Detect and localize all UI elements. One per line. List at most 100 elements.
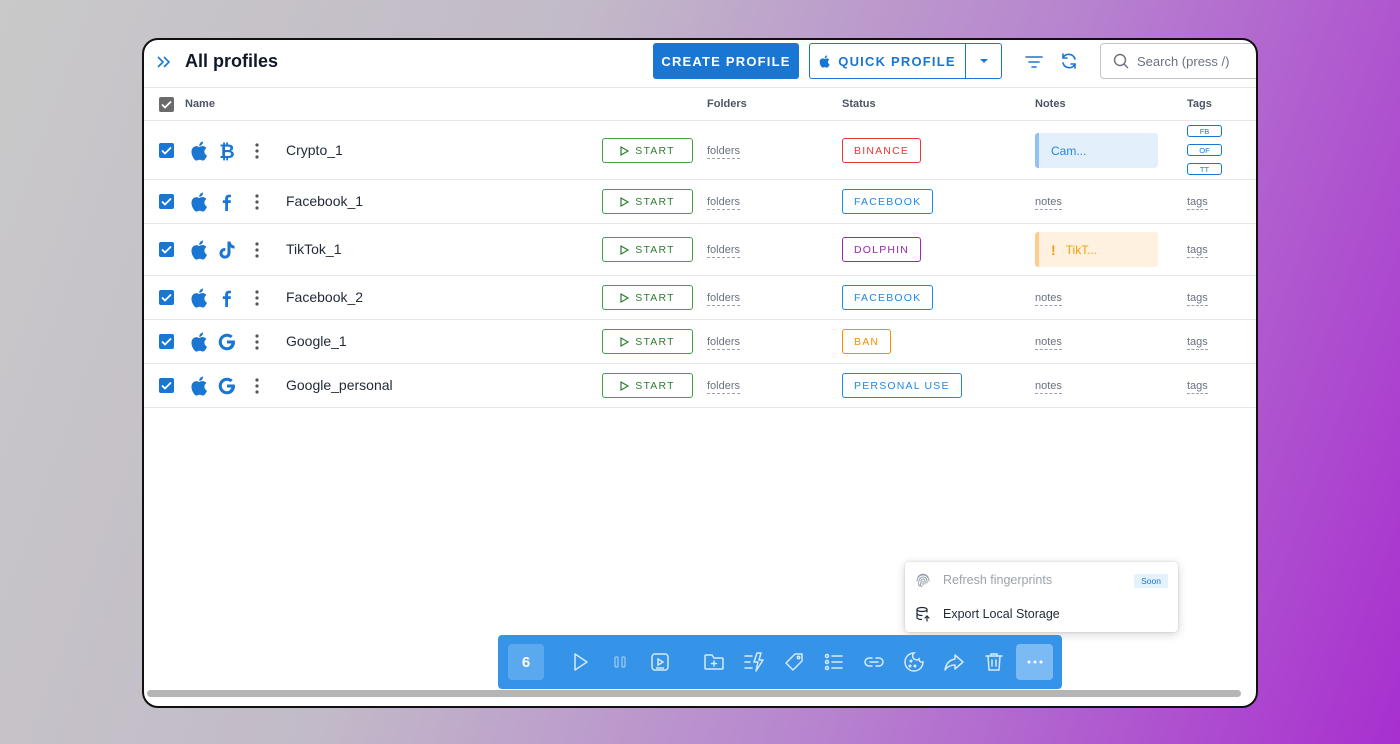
tags-link[interactable]: tags bbox=[1187, 292, 1208, 306]
profile-name[interactable]: TikTok_1 bbox=[286, 241, 342, 257]
check-icon bbox=[161, 337, 172, 346]
expand-sidebar-icon[interactable] bbox=[154, 52, 174, 72]
table-row[interactable]: ₿ Crypto_1 START folders BINANCE Cam... … bbox=[144, 122, 1256, 180]
search-input[interactable] bbox=[1137, 53, 1247, 69]
play-icon[interactable] bbox=[569, 651, 591, 673]
table-row[interactable]: Google_1 START folders BAN notes tags bbox=[144, 320, 1256, 364]
table-row[interactable]: Facebook_2 START folders FACEBOOK notes … bbox=[144, 276, 1256, 320]
search-box[interactable] bbox=[1100, 43, 1256, 79]
profile-name[interactable]: Facebook_1 bbox=[286, 193, 363, 209]
notes-link[interactable]: notes bbox=[1035, 380, 1062, 394]
status-badge[interactable]: BINANCE bbox=[842, 138, 922, 163]
profile-name[interactable]: Crypto_1 bbox=[286, 142, 343, 158]
create-profile-button[interactable]: CREATE PROFILE bbox=[653, 43, 799, 79]
start-button[interactable]: START bbox=[602, 138, 693, 163]
table-row[interactable]: TikTok_1 START folders DOLPHIN ! TikT...… bbox=[144, 224, 1256, 276]
notes-link[interactable]: notes bbox=[1035, 196, 1062, 210]
start-button[interactable]: START bbox=[602, 237, 693, 262]
more-vert-icon[interactable] bbox=[248, 377, 266, 395]
share-icon[interactable] bbox=[943, 651, 965, 673]
list-icon[interactable] bbox=[823, 651, 845, 673]
quick-profile-button[interactable]: QUICK PROFILE bbox=[809, 43, 966, 79]
horizontal-scrollbar[interactable] bbox=[147, 690, 1241, 697]
folder-add-icon[interactable] bbox=[703, 651, 725, 673]
column-header-tags[interactable]: Tags bbox=[1187, 98, 1212, 110]
start-button[interactable]: START bbox=[602, 189, 693, 214]
folders-link[interactable]: folders bbox=[707, 145, 741, 159]
table-row[interactable]: Google_personal START folders PERSONAL U… bbox=[144, 364, 1256, 408]
table-row[interactable]: Facebook_1 START folders FACEBOOK notes … bbox=[144, 180, 1256, 224]
more-vert-icon[interactable] bbox=[248, 333, 266, 351]
row-checkbox[interactable] bbox=[159, 334, 174, 349]
column-header-folders[interactable]: Folders bbox=[707, 98, 747, 110]
status-badge[interactable]: DOLPHIN bbox=[842, 237, 922, 262]
tags-link[interactable]: tags bbox=[1187, 380, 1208, 394]
more-vert-icon[interactable] bbox=[248, 142, 266, 160]
tags-link[interactable]: tags bbox=[1187, 336, 1208, 350]
cookie-icon[interactable] bbox=[903, 651, 925, 673]
refresh-icon[interactable] bbox=[1059, 51, 1079, 71]
apple-icon bbox=[191, 376, 207, 396]
trash-icon[interactable] bbox=[983, 651, 1005, 673]
row-checkbox[interactable] bbox=[159, 143, 174, 158]
status-badge[interactable]: BAN bbox=[842, 329, 892, 354]
tag-chip[interactable]: TT bbox=[1187, 163, 1222, 175]
profile-name[interactable]: Facebook_2 bbox=[286, 289, 363, 305]
menu-item-refresh-fingerprints[interactable]: Refresh fingerprints Soon bbox=[905, 564, 1178, 596]
bulk-action-bar: 6 bbox=[498, 635, 1062, 689]
tags-link[interactable]: tags bbox=[1187, 196, 1208, 210]
profile-name[interactable]: Google_personal bbox=[286, 377, 393, 393]
start-button[interactable]: START bbox=[602, 285, 693, 310]
tags-link[interactable]: tags bbox=[1187, 244, 1208, 258]
row-checkbox[interactable] bbox=[159, 242, 174, 257]
note-chip[interactable]: Cam... bbox=[1035, 133, 1158, 168]
check-icon bbox=[161, 197, 172, 206]
column-header-name[interactable]: Name bbox=[185, 98, 215, 110]
table-header: Name Folders Status Notes Tags bbox=[144, 88, 1256, 121]
more-vert-icon[interactable] bbox=[248, 241, 266, 259]
row-checkbox[interactable] bbox=[159, 290, 174, 305]
folders-link[interactable]: folders bbox=[707, 196, 741, 210]
pause-icon[interactable] bbox=[609, 651, 631, 673]
menu-item-export-local-storage[interactable]: Export Local Storage bbox=[905, 598, 1178, 630]
status-badge[interactable]: FACEBOOK bbox=[842, 285, 934, 310]
magic-edit-icon[interactable] bbox=[743, 651, 765, 673]
more-vert-icon[interactable] bbox=[248, 289, 266, 307]
status-badge[interactable]: FACEBOOK bbox=[842, 189, 934, 214]
play-icon bbox=[620, 380, 630, 391]
tag-icon[interactable] bbox=[783, 651, 805, 673]
start-label: START bbox=[635, 195, 675, 208]
folders-link[interactable]: folders bbox=[707, 336, 741, 350]
play-icon bbox=[620, 196, 630, 207]
video-icon[interactable] bbox=[649, 651, 671, 673]
facebook-icon bbox=[222, 290, 231, 307]
notes-link[interactable]: notes bbox=[1035, 292, 1062, 306]
filter-icon[interactable] bbox=[1024, 52, 1044, 72]
column-header-status[interactable]: Status bbox=[842, 98, 876, 110]
note-chip[interactable]: ! TikT... bbox=[1035, 232, 1158, 267]
link-icon[interactable] bbox=[863, 651, 885, 673]
tag-chip[interactable]: OF bbox=[1187, 144, 1222, 156]
folders-link[interactable]: folders bbox=[707, 244, 741, 258]
caret-down-icon bbox=[979, 59, 988, 63]
more-vert-icon[interactable] bbox=[248, 193, 266, 211]
folders-link[interactable]: folders bbox=[707, 292, 741, 306]
select-all-checkbox[interactable] bbox=[159, 97, 174, 112]
quick-profile-dropdown[interactable] bbox=[965, 43, 1002, 79]
quick-profile-label: QUICK PROFILE bbox=[838, 53, 956, 69]
row-checkbox[interactable] bbox=[159, 378, 174, 393]
tag-chip[interactable]: FB bbox=[1187, 125, 1222, 137]
folders-link[interactable]: folders bbox=[707, 380, 741, 394]
column-header-notes[interactable]: Notes bbox=[1035, 98, 1066, 110]
start-label: START bbox=[635, 144, 675, 157]
profile-name[interactable]: Google_1 bbox=[286, 333, 347, 349]
notes-link[interactable]: notes bbox=[1035, 336, 1062, 350]
svg-text:₿: ₿ bbox=[219, 141, 234, 161]
more-actions-button[interactable] bbox=[1016, 644, 1053, 680]
start-button[interactable]: START bbox=[602, 373, 693, 398]
search-icon bbox=[1113, 53, 1129, 69]
row-checkbox[interactable] bbox=[159, 194, 174, 209]
warning-icon: ! bbox=[1051, 241, 1056, 258]
status-badge[interactable]: PERSONAL USE bbox=[842, 373, 962, 398]
start-button[interactable]: START bbox=[602, 329, 693, 354]
